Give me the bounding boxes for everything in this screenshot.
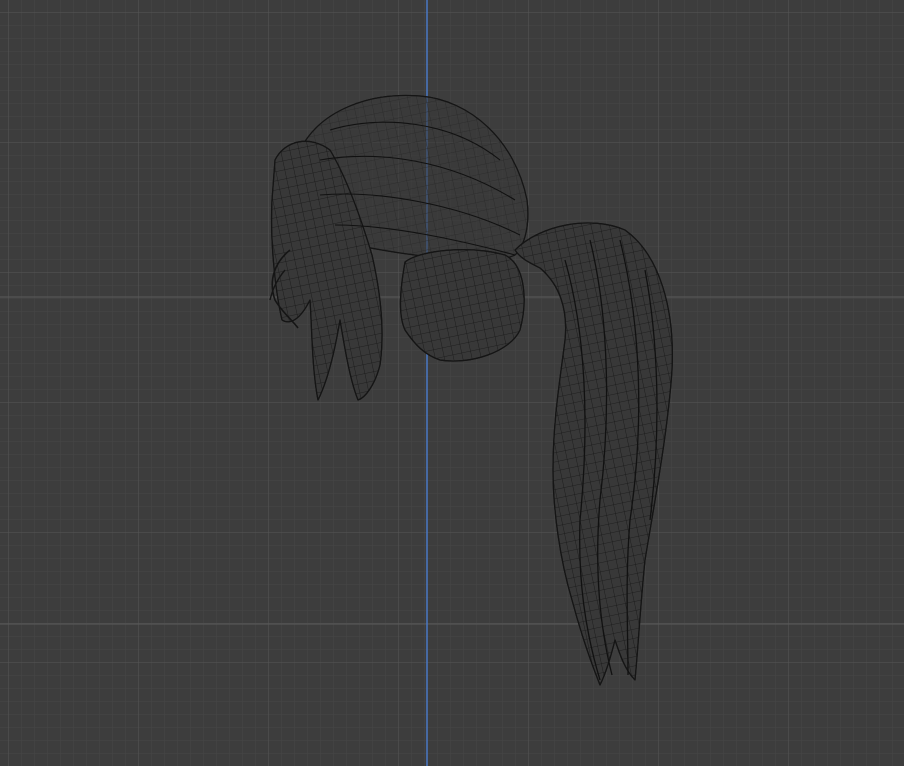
3d-viewport[interactable] [0,0,904,766]
viewport-canvas[interactable] [0,0,904,766]
